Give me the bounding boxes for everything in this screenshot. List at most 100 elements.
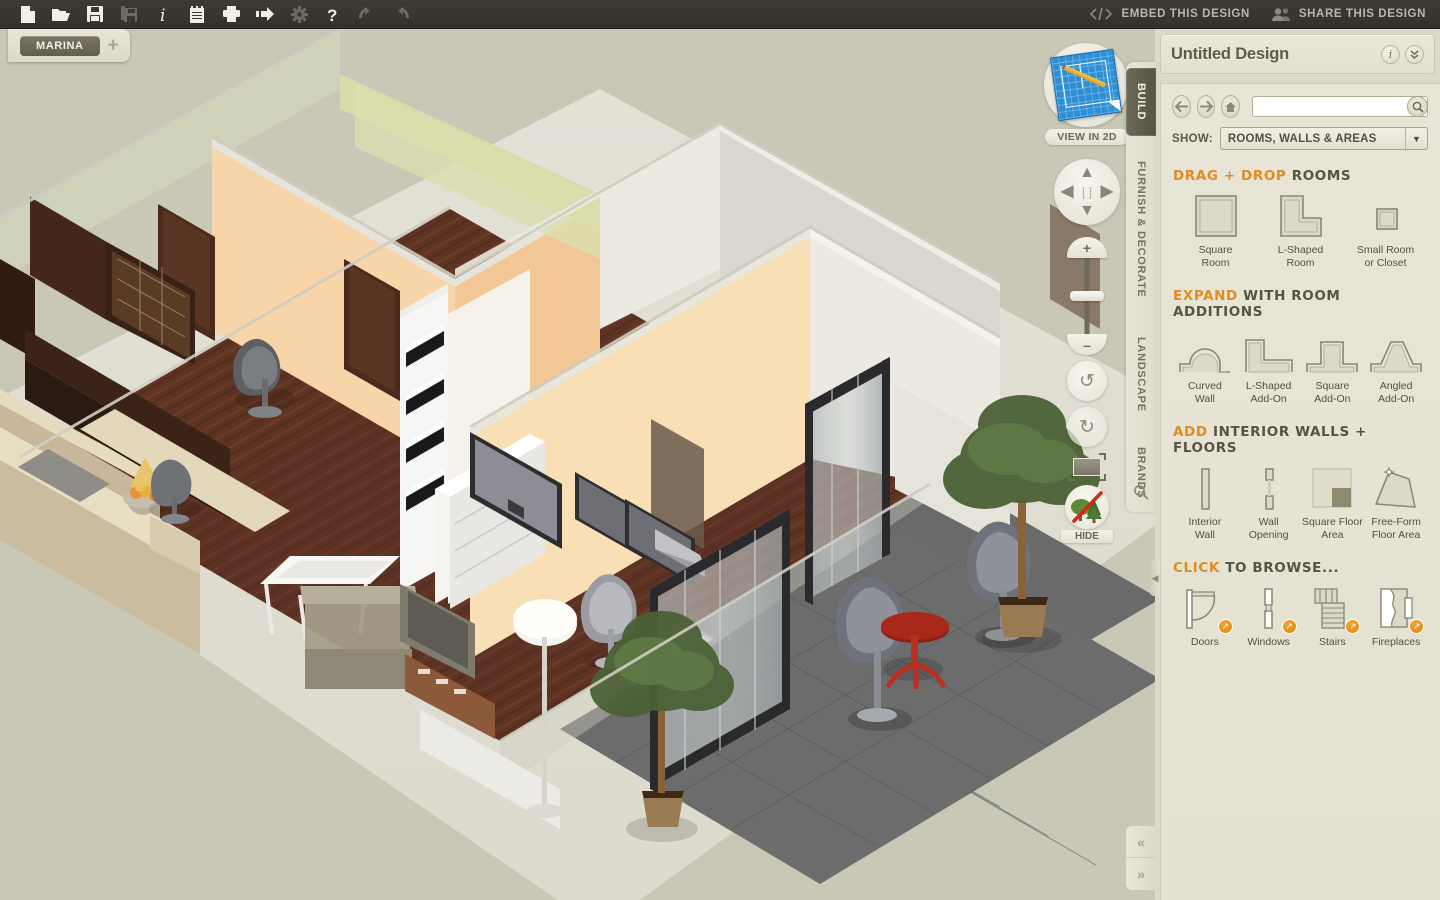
tiles-room-additions: Curved Wall L-Shaped Add-On Square Add-O…: [1173, 326, 1428, 406]
section-title-click-to-browse: CLICK TO BROWSE...: [1173, 560, 1428, 576]
notes-icon[interactable]: [180, 0, 214, 29]
pan-up-icon[interactable]: ▲: [1079, 165, 1095, 181]
undo-icon[interactable]: [350, 0, 384, 29]
collapse-prev-button[interactable]: «: [1126, 826, 1156, 858]
panel-back-button[interactable]: [1172, 95, 1191, 118]
tile-wall-opening[interactable]: Wall Opening: [1237, 462, 1301, 542]
tile-l-shaped-add-on[interactable]: L-Shaped Add-On: [1237, 326, 1301, 406]
help-icon[interactable]: ?: [316, 0, 350, 29]
tile-free-form-floor-area[interactable]: Free-Form Floor Area: [1364, 462, 1428, 542]
hide-plants-icon: [1071, 491, 1103, 523]
section-room-additions: EXPAND WITH ROOM ADDITIONS Curved Wall L…: [1161, 288, 1440, 406]
panel-forward-button[interactable]: [1196, 95, 1216, 118]
tile-label-small-room: Small Room or Closet: [1356, 244, 1415, 269]
door-icon: ↗: [1181, 582, 1233, 634]
tab-group: MARINA +: [8, 29, 130, 62]
design-title: Untitled Design: [1171, 44, 1290, 63]
hide-landscape-button[interactable]: [1065, 485, 1109, 529]
tiles-click-to-browse: ↗ Doors ↗ Windows ↗ Stairs ↗ Fireplaces: [1173, 582, 1428, 649]
section-title-interior-walls: ADD INTERIOR WALLS + FLOORS: [1173, 424, 1428, 456]
tile-label-fireplaces: Fireplaces: [1371, 636, 1421, 648]
panel-collapse-icon[interactable]: [1405, 44, 1424, 64]
rail-item-furnish-decorate[interactable]: FURNISH & DECORATE: [1126, 144, 1156, 314]
print-icon[interactable]: [214, 0, 248, 29]
toolbar-icon-group: i ?: [0, 0, 418, 29]
zoom-out-button[interactable]: –: [1067, 334, 1107, 355]
view-in-2d-label[interactable]: VIEW IN 2D: [1045, 129, 1129, 145]
panel-title-buttons: i: [1381, 44, 1424, 64]
tile-doors[interactable]: ↗ Doors: [1173, 582, 1237, 649]
section-drag-drop-rooms: DRAG + DROP ROOMS Square Room L-Shaped R…: [1161, 168, 1440, 270]
tile-square-floor-area[interactable]: Square Floor Area: [1301, 462, 1365, 542]
search-input[interactable]: [1253, 97, 1408, 116]
settings-gear-icon[interactable]: [282, 0, 316, 29]
info-icon[interactable]: i: [146, 0, 180, 29]
tile-curved-wall[interactable]: Curved Wall: [1173, 326, 1237, 406]
document-tab-marina[interactable]: MARINA: [20, 35, 100, 56]
save-as-icon[interactable]: [112, 0, 146, 29]
browse-badge[interactable]: ↗: [1345, 619, 1361, 634]
code-brackets-icon: [1090, 8, 1113, 20]
tile-square-room[interactable]: Square Room: [1173, 190, 1258, 270]
embed-design-button[interactable]: EMBED THIS DESIGN: [1090, 8, 1249, 20]
export-icon[interactable]: [248, 0, 282, 29]
zoom-in-button[interactable]: +: [1067, 237, 1107, 258]
save-icon[interactable]: [78, 0, 112, 29]
section-click-to-browse: CLICK TO BROWSE... ↗ Doors ↗ Windows ↗ S…: [1161, 560, 1440, 649]
panel-search[interactable]: [1252, 96, 1429, 117]
pan-left-icon[interactable]: ◀: [1061, 184, 1073, 200]
panel-resize-handle[interactable]: ◀: [1150, 560, 1160, 596]
selection-mode-button[interactable]: [1068, 453, 1106, 481]
section-title-highlight: DRAG + DROP: [1173, 168, 1287, 184]
pan-right-icon[interactable]: ▶: [1101, 184, 1113, 200]
chevron-down-icon[interactable]: ▼: [1405, 128, 1427, 149]
browse-badge[interactable]: ↗: [1281, 619, 1297, 634]
tile-angled-add-on[interactable]: Angled Add-On: [1364, 326, 1428, 406]
browse-badge[interactable]: ↗: [1409, 619, 1425, 634]
tile-fireplaces[interactable]: ↗ Fireplaces: [1364, 582, 1428, 649]
angled-add-on-icon: [1369, 326, 1423, 376]
floorplan-3d-scene[interactable]: [0, 29, 1155, 900]
tile-label-curved-wall: Curved Wall: [1187, 380, 1222, 405]
tile-label-interior-wall: Interior Wall: [1188, 516, 1222, 541]
search-icon[interactable]: [1407, 96, 1429, 117]
pan-down-icon[interactable]: ▼: [1079, 203, 1095, 219]
tile-windows[interactable]: ↗ Windows: [1237, 582, 1301, 649]
document-tab-strip: MARINA +: [0, 29, 1155, 62]
tile-interior-wall[interactable]: Interior Wall: [1173, 462, 1237, 542]
pan-center-reset-icon[interactable]: [ ]: [1082, 185, 1092, 199]
category-rail: BUILD FURNISH & DECORATE LANDSCAPE BRAND…: [1126, 62, 1156, 512]
pan-dial[interactable]: ▲ ▼ ◀ ▶ [ ]: [1054, 159, 1120, 225]
design-3d-viewport[interactable]: VIEW IN 2D ▲ ▼ ◀ ▶ [ ] + – ↺ ↻ HIDE: [0, 29, 1155, 900]
tile-l-shaped-room[interactable]: L-Shaped Room: [1258, 190, 1343, 270]
tile-square-add-on[interactable]: Square Add-On: [1301, 326, 1365, 406]
section-interior-walls-floors: ADD INTERIOR WALLS + FLOORS Interior Wal…: [1161, 424, 1440, 542]
tile-small-room-or-closet[interactable]: Small Room or Closet: [1343, 190, 1428, 270]
redo-icon[interactable]: [384, 0, 418, 29]
rail-item-build[interactable]: BUILD: [1126, 68, 1156, 136]
rail-search-icon[interactable]: [1133, 484, 1149, 505]
section-title-highlight: ADD: [1173, 424, 1208, 440]
zoom-slider[interactable]: + –: [1066, 237, 1108, 355]
design-info-icon[interactable]: i: [1381, 44, 1400, 64]
tile-stairs[interactable]: ↗ Stairs: [1301, 582, 1365, 649]
panel-home-button[interactable]: [1221, 95, 1241, 118]
section-title-room-additions: EXPAND WITH ROOM ADDITIONS: [1173, 288, 1428, 320]
open-folder-icon[interactable]: [44, 0, 78, 29]
show-dropdown[interactable]: ROOMS, WALLS & AREAS ▼: [1219, 127, 1428, 150]
section-title-rest: ROOMS: [1286, 168, 1352, 184]
new-document-icon[interactable]: [10, 0, 44, 29]
panel-body: SHOW: ROOMS, WALLS & AREAS ▼ DRAG + DROP…: [1160, 83, 1440, 900]
tile-label-square-floor-area: Square Floor Area: [1302, 516, 1363, 541]
share-design-button[interactable]: SHARE THIS DESIGN: [1271, 7, 1426, 21]
rail-item-landscape[interactable]: LANDSCAPE: [1126, 320, 1156, 428]
collapse-next-button[interactable]: »: [1126, 858, 1156, 890]
browse-badge[interactable]: ↗: [1217, 619, 1233, 634]
add-tab-button[interactable]: +: [108, 36, 119, 55]
free-form-floor-area-icon: [1371, 462, 1421, 512]
zoom-slider-handle[interactable]: [1070, 291, 1104, 301]
rotate-right-button[interactable]: ↻: [1067, 407, 1107, 447]
panel-title-bar: Untitled Design i: [1160, 34, 1435, 74]
tiles-interior-walls-floors: Interior Wall Wall Opening Square Floor …: [1173, 462, 1428, 542]
rotate-left-button[interactable]: ↺: [1067, 361, 1107, 401]
